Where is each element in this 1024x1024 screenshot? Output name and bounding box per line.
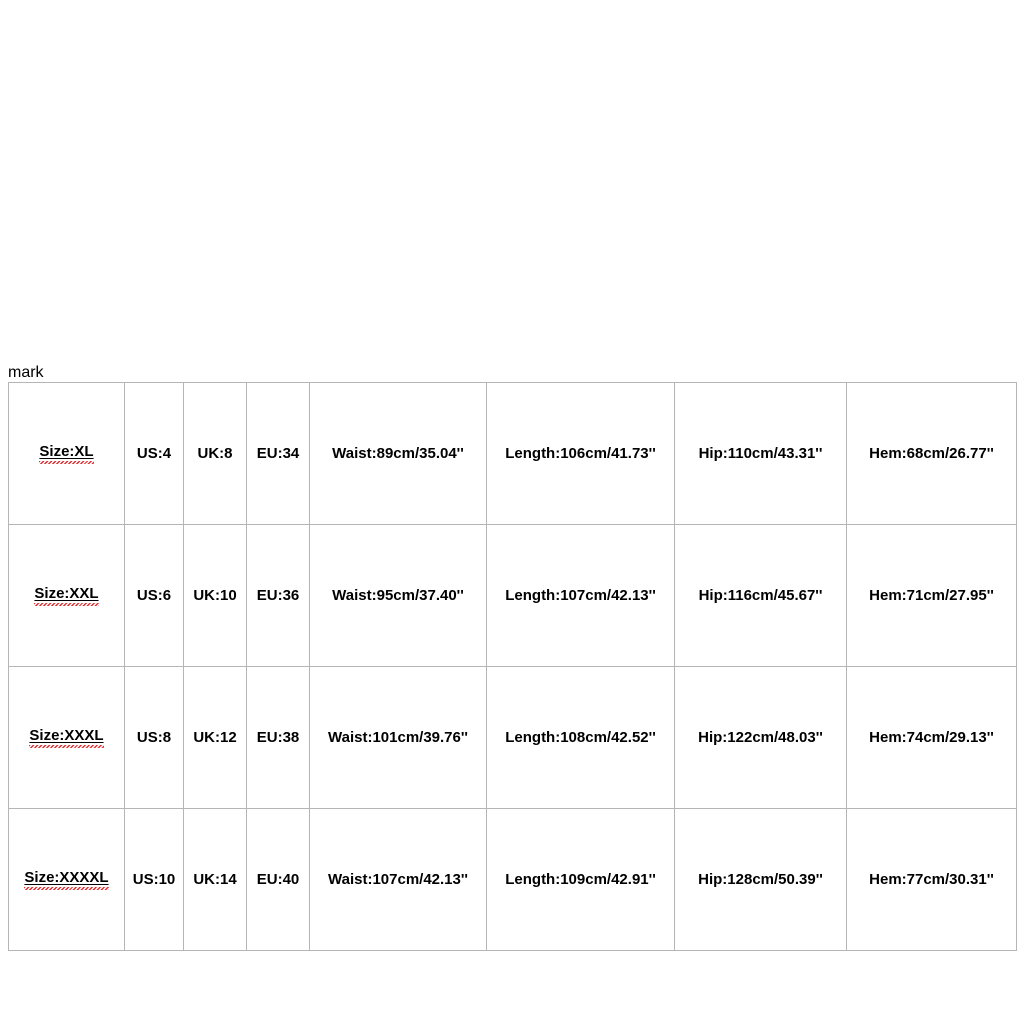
table-row: Size:XL US:4 UK:8 EU:34 Waist:89cm/35.04… [9, 383, 1017, 525]
table-row: Size:XXXL US:8 UK:12 EU:38Waist:101cm/39… [9, 667, 1017, 809]
waist-cell: Waist:101cm/39.76'' [310, 667, 487, 809]
waist-cell: Waist:95cm/37.40'' [310, 525, 487, 667]
size-table-wrapper: mark Size:XL US:4 UK:8 EU [8, 364, 1016, 951]
squiggle-underline-icon [24, 887, 108, 890]
size-cell: Size:XXXXL [9, 809, 125, 951]
length-cell: Length:106cm/41.73'' [487, 383, 675, 525]
hip-cell: Hip:110cm/43.31'' [675, 383, 847, 525]
size-cell: Size:XL [9, 383, 125, 525]
uk-cell: UK:8 [184, 383, 247, 525]
hem-cell: Hem:74cm/29.13'' [847, 667, 1017, 809]
page: mark Size:XL US:4 UK:8 EU [0, 0, 1024, 1024]
table-row: Size:XXXXL US:10 UK:14 EU:40 Waist:107cm… [9, 809, 1017, 951]
us-cell: US:6 [125, 525, 184, 667]
size-label: Size:XXXL [29, 727, 103, 744]
waist-cell: Waist:107cm/42.13'' [310, 809, 487, 951]
uk-cell: UK:14 [184, 809, 247, 951]
squiggle-underline-icon [39, 461, 93, 464]
size-label: Size:XXXXL [24, 869, 108, 886]
us-cell: US:10 [125, 809, 184, 951]
hem-cell: Hem:71cm/27.95'' [847, 525, 1017, 667]
length-cell: Length:108cm/42.52'' [487, 667, 675, 809]
hip-cell: Hip:128cm/50.39'' [675, 809, 847, 951]
us-cell: US:4 [125, 383, 184, 525]
length-cell: Length:107cm/42.13'' [487, 525, 675, 667]
hem-cell: Hem:77cm/30.31'' [847, 809, 1017, 951]
hip-cell: Hip:116cm/45.67'' [675, 525, 847, 667]
size-label: Size:XL [39, 443, 93, 460]
size-cell: Size:XXL [9, 525, 125, 667]
eu-cell: EU:36 [247, 525, 310, 667]
size-cell: Size:XXXL [9, 667, 125, 809]
squiggle-underline-icon [29, 745, 103, 748]
eu-cell: EU:40 [247, 809, 310, 951]
size-label: Size:XXL [34, 585, 98, 602]
table-row: Size:XXL US:6 UK:10 EU:36 Waist:95cm/37.… [9, 525, 1017, 667]
squiggle-underline-icon [34, 603, 98, 606]
us-cell: US:8 [125, 667, 184, 809]
hem-cell: Hem:68cm/26.77'' [847, 383, 1017, 525]
hip-cell: Hip:122cm/48.03'' [675, 667, 847, 809]
eu-cell: EU:38 [247, 667, 310, 809]
uk-cell: UK:10 [184, 525, 247, 667]
length-cell: Length:109cm/42.91'' [487, 809, 675, 951]
waist-cell: Waist:89cm/35.04'' [310, 383, 487, 525]
eu-cell: EU:34 [247, 383, 310, 525]
size-table: Size:XL US:4 UK:8 EU:34 Waist:89cm/35.04… [8, 382, 1017, 951]
uk-cell: UK:12 [184, 667, 247, 809]
